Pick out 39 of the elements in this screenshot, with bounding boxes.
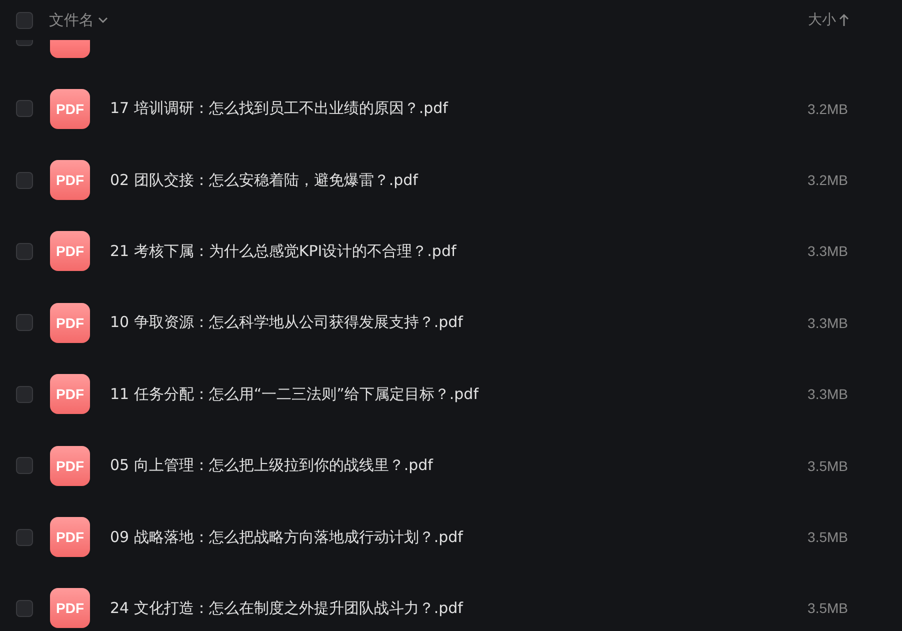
name-column-header[interactable]: 文件名 (49, 10, 108, 30)
file-size: 3.5MB (808, 600, 848, 616)
file-name[interactable]: 17 培训调研：怎么找到员工不出业绩的原因？.pdf (110, 99, 448, 118)
pdf-file-icon: PDF (50, 446, 90, 486)
pdf-file-icon: PDF (50, 160, 90, 200)
file-size: 3.3MB (808, 386, 848, 402)
file-name[interactable]: 05 向上管理：怎么把上级拉到你的战线里？.pdf (110, 456, 433, 476)
file-name[interactable]: 10 争取资源：怎么科学地从公司获得发展支持？.pdf (110, 313, 463, 332)
row-checkbox[interactable] (16, 314, 33, 332)
pdf-file-icon: PDF (50, 231, 90, 272)
file-size: 3.3MB (808, 314, 848, 331)
file-icon (50, 40, 90, 58)
pdf-file-icon: PDF (50, 302, 90, 343)
file-name[interactable]: 02 团队交接：怎么安稳着陆，避免爆雷？.pdf (110, 170, 418, 190)
chevron-down-icon (98, 17, 108, 23)
file-size: 3.2MB (808, 100, 848, 117)
file-name[interactable]: 21 考核下属：为什么总感觉KPI设计的不合理？.pdf (110, 242, 456, 261)
file-name[interactable]: 09 战略落地：怎么把战略方向落地成行动计划？.pdf (110, 528, 463, 547)
row-checkbox[interactable] (16, 600, 33, 617)
pdf-file-icon: PDF (50, 588, 90, 628)
row-checkbox[interactable] (16, 528, 33, 546)
row-checkbox[interactable] (16, 242, 33, 260)
select-all-checkbox[interactable] (16, 12, 33, 28)
pdf-file-icon: PDF (50, 88, 90, 129)
file-size: 3.5MB (808, 529, 848, 546)
pdf-file-icon: PDF (50, 517, 90, 558)
file-size: 3.3MB (808, 243, 848, 260)
arrow-up-icon (839, 14, 849, 26)
size-column-header[interactable]: 大小 (808, 11, 849, 29)
pdf-file-icon: PDF (50, 374, 90, 414)
checkbox[interactable] (16, 40, 33, 46)
row-checkbox[interactable] (16, 100, 33, 118)
file-name[interactable]: 11 任务分配：怎么用“一二三法则”给下属定目标？.pdf (110, 384, 478, 404)
file-name[interactable]: 24 文化打造：怎么在制度之外提升团队战斗力？.pdf (110, 598, 463, 618)
file-size: 3.2MB (808, 172, 848, 188)
file-size: 3.5MB (808, 458, 848, 474)
row-checkbox[interactable] (16, 172, 33, 189)
row-checkbox[interactable] (16, 457, 33, 474)
row-checkbox[interactable] (16, 386, 33, 403)
